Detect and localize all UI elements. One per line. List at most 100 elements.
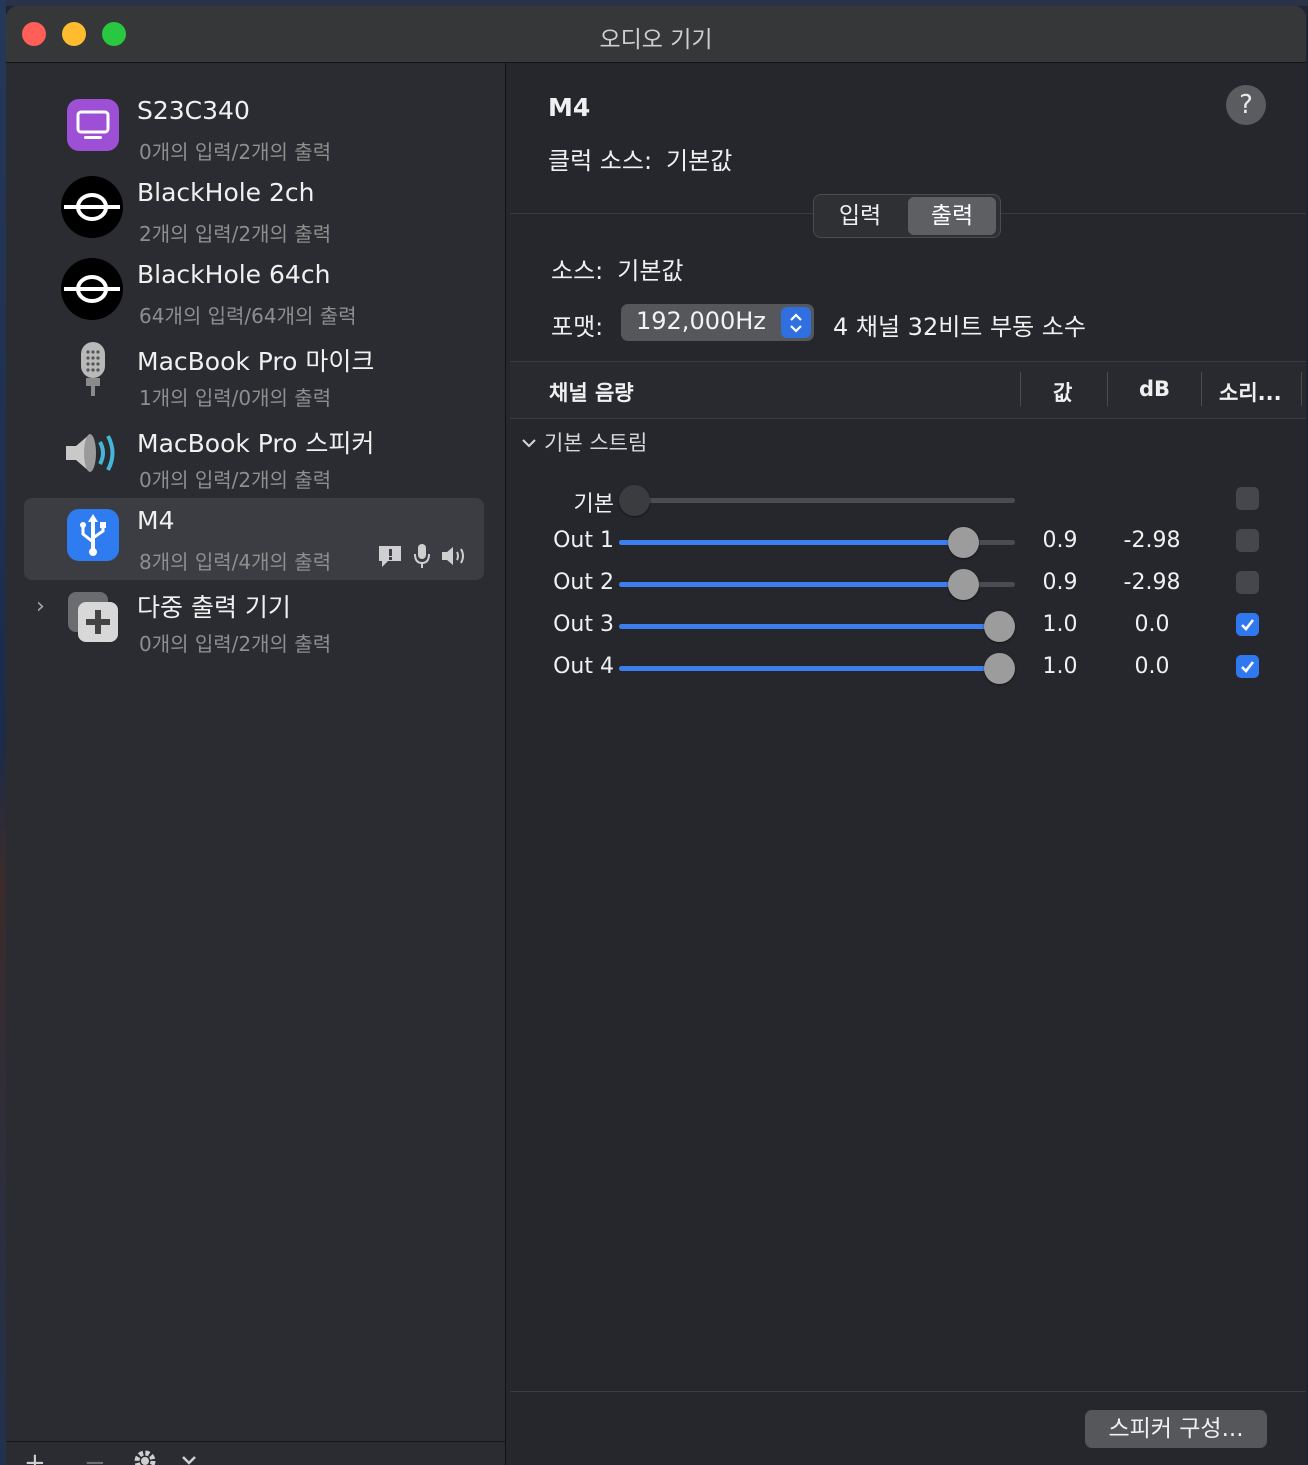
clock-source: 클럭 소스: 기본값 bbox=[548, 141, 732, 176]
alert-sound-icon bbox=[379, 546, 401, 567]
slider-fill bbox=[619, 582, 963, 587]
tab-input[interactable]: 입력 bbox=[816, 197, 904, 235]
device-role-badges bbox=[376, 542, 468, 570]
device-item-macbook-mic[interactable]: MacBook Pro 마이크 1개의 입력/0개의 출력 bbox=[24, 334, 484, 416]
checkmark-icon bbox=[1241, 661, 1255, 673]
display-icon bbox=[64, 96, 122, 154]
add-device-button[interactable]: + bbox=[24, 1448, 46, 1465]
chevron-down-icon[interactable] bbox=[180, 1448, 198, 1465]
device-name: BlackHole 2ch bbox=[137, 178, 315, 207]
slider-knob[interactable] bbox=[947, 527, 979, 558]
stream-group-header[interactable]: 기본 스트림 bbox=[520, 427, 647, 457]
column-header-channel[interactable]: 채널 음량 bbox=[549, 377, 634, 407]
column-header-value[interactable]: 값 bbox=[1053, 377, 1072, 407]
column-header-mute[interactable]: 소리... bbox=[1219, 377, 1282, 407]
device-io-count: 1개의 입력/0개의 출력 bbox=[139, 386, 332, 410]
device-detail-panel: M4 ? 클럭 소스: 기본값 입력 출력 소스: 기본값 포맷: 192,000H… bbox=[506, 63, 1306, 1465]
channel-value: 0.9 bbox=[1042, 570, 1078, 595]
device-io-count: 0개의 입력/2개의 출력 bbox=[139, 632, 332, 656]
channel-label: Out 4 bbox=[553, 654, 614, 679]
source-value: 기본값 bbox=[617, 257, 684, 285]
device-list-sidebar: S23C340 0개의 입력/2개의 출력 BlackHole 2ch 2개의 … bbox=[6, 63, 506, 1465]
slider-knob[interactable] bbox=[984, 611, 1015, 642]
slider-fill bbox=[619, 540, 963, 545]
device-item-macbook-speaker[interactable]: MacBook Pro 스피커 0개의 입력/2개의 출력 bbox=[24, 416, 484, 498]
microphone-icon bbox=[64, 342, 122, 400]
channel-db: 0.0 bbox=[1134, 612, 1170, 637]
clock-source-value[interactable]: 기본값 bbox=[666, 147, 732, 175]
column-separator bbox=[1301, 372, 1302, 406]
blackhole-icon bbox=[61, 258, 123, 320]
slider-knob[interactable] bbox=[619, 485, 650, 516]
device-item-s23c340[interactable]: S23C340 0개의 입력/2개의 출력 bbox=[24, 88, 484, 170]
clock-source-label: 클럭 소스: bbox=[548, 147, 653, 175]
device-io-count: 2개의 입력/2개의 출력 bbox=[139, 222, 332, 246]
device-title: M4 bbox=[548, 93, 591, 122]
mute-checkbox[interactable] bbox=[1236, 571, 1259, 594]
slider-fill bbox=[619, 666, 1000, 671]
channel-value: 1.0 bbox=[1042, 612, 1078, 637]
source-row: 소스: 기본값 bbox=[551, 251, 684, 286]
channel-label: 기본 bbox=[573, 492, 614, 517]
channel-row: 기본 bbox=[506, 478, 1306, 520]
stream-group-label: 기본 스트림 bbox=[544, 431, 648, 455]
window-title: 오디오 기기 bbox=[599, 27, 713, 53]
format-label: 포맷: bbox=[551, 313, 604, 341]
slider-fill bbox=[619, 624, 1000, 629]
channel-label: Out 3 bbox=[553, 612, 614, 637]
format-value: 192,000Hz bbox=[636, 307, 766, 335]
device-io-count: 8개의 입력/4개의 출력 bbox=[139, 550, 332, 574]
multi-output-icon bbox=[64, 588, 122, 646]
column-header-db[interactable]: dB bbox=[1139, 377, 1170, 401]
device-item-blackhole-2ch[interactable]: BlackHole 2ch 2개의 입력/2개의 출력 bbox=[24, 170, 484, 252]
microphone-input-icon bbox=[414, 544, 430, 568]
title-bar: 오디오 기기 bbox=[6, 6, 1306, 63]
speaker-icon bbox=[64, 424, 122, 482]
configure-speakers-button[interactable]: 스피커 구성... bbox=[1085, 1410, 1267, 1448]
mute-checkbox[interactable] bbox=[1236, 613, 1259, 636]
slider-knob[interactable] bbox=[947, 569, 979, 600]
io-segmented-control: 입력 출력 bbox=[813, 194, 1001, 238]
chevron-down-icon bbox=[522, 439, 536, 448]
device-item-multi-output[interactable]: › 다중 출력 기기 0개의 입력/2개의 출력 bbox=[24, 580, 484, 662]
sidebar-toolbar: + − bbox=[6, 1441, 505, 1465]
table-header: 채널 음량 값 dB 소리... bbox=[510, 361, 1306, 419]
device-name: MacBook Pro 스피커 bbox=[137, 429, 375, 458]
device-name: 다중 출력 기기 bbox=[137, 593, 291, 622]
audio-devices-window: 오디오 기기 S23C340 0개의 입력/2개의 출력 BlackHole 2… bbox=[6, 6, 1306, 1465]
volume-slider[interactable] bbox=[619, 653, 1015, 684]
channel-row: Out 3 1.0 0.0 bbox=[506, 604, 1306, 646]
remove-device-button[interactable]: − bbox=[84, 1448, 106, 1465]
channel-label: Out 2 bbox=[553, 570, 614, 595]
volume-slider[interactable] bbox=[619, 569, 1015, 600]
device-item-m4[interactable]: M4 8개의 입력/4개의 출력 bbox=[24, 498, 484, 580]
slider-knob[interactable] bbox=[984, 653, 1015, 684]
format-select[interactable]: 192,000Hz bbox=[621, 304, 814, 341]
device-io-count: 0개의 입력/2개의 출력 bbox=[139, 468, 332, 492]
device-name: S23C340 bbox=[137, 96, 250, 125]
device-io-count: 0개의 입력/2개의 출력 bbox=[139, 140, 332, 164]
device-name: MacBook Pro 마이크 bbox=[137, 347, 375, 376]
format-description: 4 채널 32비트 부동 소수 bbox=[833, 313, 1086, 341]
usb-icon bbox=[64, 506, 122, 564]
volume-slider[interactable] bbox=[619, 485, 1015, 516]
device-name: BlackHole 64ch bbox=[137, 260, 331, 289]
channel-db: -2.98 bbox=[1123, 570, 1181, 595]
speaker-output-icon bbox=[442, 547, 464, 565]
tab-output[interactable]: 출력 bbox=[908, 197, 996, 235]
device-io-count: 64개의 입력/64개의 출력 bbox=[139, 304, 357, 328]
channel-row: Out 2 0.9 -2.98 bbox=[506, 562, 1306, 604]
blackhole-icon bbox=[61, 176, 123, 238]
volume-slider[interactable] bbox=[619, 527, 1015, 558]
source-label: 소스: bbox=[551, 257, 604, 285]
chevron-right-icon[interactable]: › bbox=[36, 594, 45, 619]
mute-checkbox[interactable] bbox=[1236, 487, 1259, 510]
help-button[interactable]: ? bbox=[1226, 85, 1266, 125]
channel-value: 1.0 bbox=[1042, 654, 1078, 679]
mute-checkbox[interactable] bbox=[1236, 529, 1259, 552]
device-item-blackhole-64ch[interactable]: BlackHole 64ch 64개의 입력/64개의 출력 bbox=[24, 252, 484, 334]
mute-checkbox[interactable] bbox=[1236, 655, 1259, 678]
volume-slider[interactable] bbox=[619, 611, 1015, 642]
divider bbox=[510, 1391, 1306, 1392]
gear-icon[interactable] bbox=[132, 1448, 158, 1465]
